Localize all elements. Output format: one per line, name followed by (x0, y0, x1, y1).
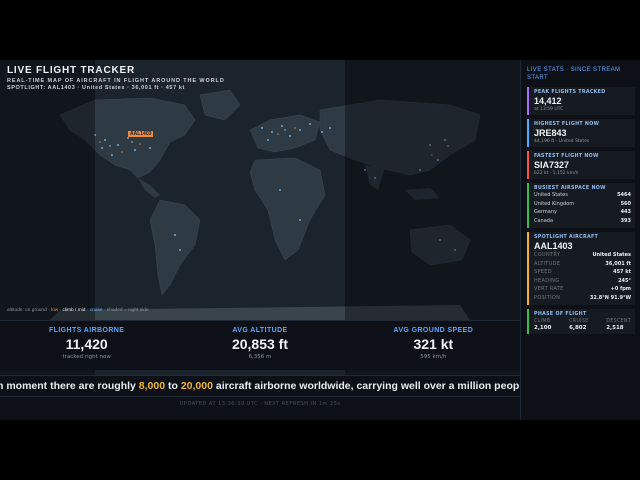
phase-value: 6,802 (569, 325, 587, 331)
phase-label: DESCENT (606, 319, 631, 324)
airspace-row: United States 5464 (534, 191, 631, 200)
airspace-country: United States (534, 192, 568, 198)
spot-value: 457 kt (613, 269, 631, 275)
airspace-row: Germany 443 (534, 208, 631, 217)
phase-cruise: CRUISE 6,802 (569, 319, 588, 331)
card-phase-of-flight: PHASE OF FLIGHT CLIMB 2,100 CRUISE 6,802 D… (527, 309, 635, 334)
phase-value: 2,518 (606, 325, 624, 331)
spot-value: United States (592, 252, 631, 258)
stat-sub: 6,356 m (248, 354, 272, 360)
card-value: 14,412 (534, 96, 562, 106)
page-subtitle: REAL-TIME MAP OF AIRCRAFT IN FLIGHT AROU… (7, 78, 225, 84)
legend-cruise: cruise (89, 308, 103, 313)
spot-row: VERT RATE +0 fpm (534, 285, 631, 294)
airspace-count: 393 (620, 217, 631, 224)
phase-climb: CLIMB 2,100 (534, 319, 551, 331)
card-label: PHASE OF FLIGHT (534, 312, 587, 317)
title-block: LIVE FLIGHT TRACKER REAL-TIME MAP OF AIR… (7, 65, 225, 91)
spot-key: COUNTRY (534, 252, 561, 258)
flight-tracker-screen: AAL1403 LIVE FLIGHT TRACKER REAL-TIME MA… (0, 60, 640, 420)
card-fastest-flight[interactable]: FASTEST FLIGHT NOW SIA7327 622 kt · 1,15… (527, 151, 635, 179)
update-timestamp: UPDATED AT 13:36:39 UTC · NEXT REFRESH I… (179, 401, 341, 407)
airspace-count: 443 (620, 209, 631, 215)
spot-row: COUNTRY United States (534, 251, 631, 260)
spot-key: HEADING (534, 277, 560, 284)
phase-label: CLIMB (534, 319, 551, 324)
legend-low: low (51, 308, 59, 313)
spot-value: +0 fpm (610, 286, 631, 292)
airspace-count: 560 (620, 200, 631, 207)
card-value: SIA7327 (534, 160, 570, 170)
legend-sep: · (59, 308, 62, 313)
stat-avg-ground-speed: AVG GROUND SPEED 321 kt 595 km/h (347, 321, 520, 370)
spotlight-line: SPOTLIGHT: AAL1403 · United States · 36,… (7, 85, 185, 91)
map-legend: altitude: on ground · low · climb / mid … (7, 308, 149, 313)
phase-row: CLIMB 2,100 CRUISE 6,802 DESCENT 2,518 (534, 319, 631, 331)
sidebar-header: LIVE STATS · SINCE STREAM START (527, 67, 621, 81)
card-sub: 622 kt · 1,152 km/h (534, 171, 579, 176)
card-label: SPOTLIGHT AIRCRAFT (534, 235, 599, 240)
card-spotlight-aircraft[interactable]: SPOTLIGHT AIRCRAFT AAL1403 COUNTRY United… (527, 232, 635, 305)
ticker-number-high: 20,000 (180, 380, 213, 392)
airspace-country: United Kingdom (534, 200, 575, 207)
card-sub: at 13:59 UTC (534, 107, 564, 112)
spot-row: SPEED 457 kt (534, 268, 631, 277)
airspace-count: 5464 (617, 192, 631, 198)
phase-descent: DESCENT 2,518 (606, 319, 631, 331)
airspace-row: Canada 393 (534, 217, 631, 226)
ticker-post: aircraft airborne worldwide, carrying we… (212, 380, 520, 392)
spot-row: HEADING 245° (534, 277, 631, 286)
stat-value: 321 kt (413, 336, 454, 352)
legend-prefix: altitude: on ground · (7, 308, 50, 313)
legend-suffix: · shaded = night side (103, 308, 149, 313)
ticker-pre: n moment there are roughly (0, 380, 139, 392)
spot-key: SPEED (534, 269, 552, 275)
card-label: HIGHEST FLIGHT NOW (534, 122, 600, 127)
spot-value: 245° (618, 277, 631, 284)
card-label: PEAK FLIGHTS TRACKED (534, 90, 606, 95)
spot-key: ALTITUDE (534, 260, 561, 267)
stat-avg-altitude: AVG ALTITUDE 20,853 ft 6,356 m (173, 321, 346, 370)
card-label: FASTEST FLIGHT NOW (534, 154, 599, 159)
spot-key: VERT RATE (534, 286, 564, 292)
legend-climb: climb / mid (62, 308, 86, 313)
spot-row: ALTITUDE 36,001 ft (534, 260, 631, 269)
spot-key: POSITION (534, 294, 561, 301)
card-busiest-airspace: BUSIEST AIRSPACE NOW United States 5464 U… (527, 183, 635, 228)
card-value: JRE843 (534, 128, 567, 138)
card-highest-flight[interactable]: HIGHEST FLIGHT NOW JRE843 44,196 ft · Un… (527, 119, 635, 147)
stat-sub: 595 km/h (420, 354, 447, 360)
stat-label: AVG ALTITUDE (232, 327, 288, 334)
stat-flights-airborne: FLIGHTS AIRBORNE 11,420 tracked right no… (0, 321, 173, 370)
stat-sub: tracked right now (62, 354, 111, 360)
card-sub: 44,196 ft · United States (534, 139, 590, 144)
spot-row: POSITION 32.8°N 91.9°W (534, 294, 631, 303)
stat-label: FLIGHTS AIRBORNE (48, 327, 125, 334)
spotlight-callout[interactable]: AAL1403 (128, 131, 154, 137)
news-ticker: n moment there are roughly 8,000 to 20,0… (0, 375, 520, 397)
summary-stats: FLIGHTS AIRBORNE 11,420 tracked right no… (0, 320, 520, 370)
live-stats-sidebar: LIVE STATS · SINCE STREAM START PEAK FLI… (520, 60, 640, 420)
phase-label: CRUISE (569, 319, 589, 324)
airspace-row: United Kingdom 560 (534, 200, 631, 209)
airspace-country: Germany (534, 209, 557, 215)
card-value: AAL1403 (534, 241, 573, 251)
stat-label: AVG GROUND SPEED (393, 327, 474, 334)
ticker-number-low: 8,000 (138, 380, 166, 392)
stat-value: 20,853 ft (231, 336, 289, 352)
spot-value: 36,001 ft (605, 260, 631, 267)
ticker-mid: to (165, 380, 181, 392)
ticker-text: n moment there are roughly 8,000 to 20,0… (0, 380, 519, 392)
spot-value: 32.8°N 91.9°W (589, 294, 631, 301)
phase-value: 2,100 (534, 325, 552, 331)
legend-sep: · (86, 308, 89, 313)
airspace-country: Canada (534, 217, 554, 224)
page-title: LIVE FLIGHT TRACKER (7, 65, 135, 76)
card-peak-flights: PEAK FLIGHTS TRACKED 14,412 at 13:59 UTC (527, 87, 635, 115)
stat-value: 11,420 (65, 336, 108, 352)
